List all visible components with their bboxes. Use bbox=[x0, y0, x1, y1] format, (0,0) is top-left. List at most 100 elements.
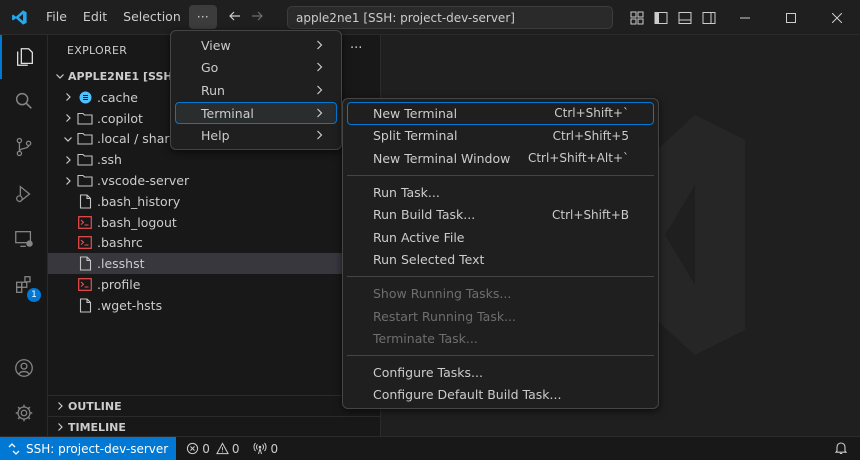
keyboard-shortcut: Ctrl+Shift+` bbox=[554, 106, 629, 121]
remote-icon bbox=[8, 442, 20, 455]
terminal-menu-item: Restart Running Task... bbox=[347, 305, 654, 328]
tree-item-label: .copilot bbox=[97, 110, 143, 126]
terminal-menu-item[interactable]: Configure Default Build Task... bbox=[347, 384, 654, 407]
tree-file-item[interactable]: .wget-hsts bbox=[48, 295, 380, 316]
tree-file-item[interactable]: .bash_logout bbox=[48, 212, 380, 233]
menu-item-terminal[interactable]: Terminal bbox=[175, 101, 337, 125]
menu-more-button[interactable]: ··· bbox=[188, 5, 217, 29]
timeline-section[interactable]: TIMELINE bbox=[48, 416, 380, 436]
terminal-menu-item[interactable]: New Terminal Window Ctrl+Shift+Alt+` bbox=[347, 147, 654, 170]
menu-separator bbox=[347, 174, 654, 176]
extensions-badge: 1 bbox=[27, 288, 41, 302]
terminal-menu-item[interactable]: Run Build Task... Ctrl+Shift+B bbox=[347, 203, 654, 226]
error-count: 0 bbox=[202, 441, 210, 456]
extensions-icon[interactable]: 1 bbox=[0, 263, 48, 307]
remote-indicator[interactable]: SSH: project-dev-server bbox=[0, 437, 177, 460]
chevron-down-icon bbox=[52, 71, 68, 81]
accounts-icon[interactable] bbox=[0, 346, 48, 390]
menu-item-label: Go bbox=[201, 60, 219, 76]
menu-item-label: Configure Tasks... bbox=[373, 364, 483, 380]
toggle-panel-icon[interactable] bbox=[676, 9, 694, 27]
menu-item-label: Run Build Task... bbox=[373, 207, 476, 223]
menu-item-go[interactable]: Go bbox=[175, 57, 337, 80]
maximize-icon[interactable] bbox=[768, 0, 814, 35]
folder-icon bbox=[76, 132, 94, 146]
menu-item-label: Show Running Tasks... bbox=[373, 285, 512, 301]
folder-icon bbox=[76, 174, 94, 187]
menu-separator bbox=[347, 276, 654, 278]
terminal-menu-item[interactable]: New Terminal Ctrl+Shift+` bbox=[347, 102, 654, 125]
ports-indicator[interactable]: 0 bbox=[253, 442, 278, 456]
menu-item-label: Split Terminal bbox=[373, 128, 458, 144]
tree-folder-item[interactable]: .ssh bbox=[48, 149, 380, 170]
terminal-menu-item[interactable]: Run Task... bbox=[347, 181, 654, 204]
outline-section[interactable]: OUTLINE bbox=[48, 395, 380, 416]
toggle-primary-sidebar-icon[interactable] bbox=[652, 9, 670, 27]
window-controls bbox=[722, 0, 860, 35]
remote-explorer-icon[interactable] bbox=[0, 217, 48, 261]
more-menu-dropdown: View Go Run Terminal Help bbox=[170, 30, 342, 150]
run-debug-icon[interactable] bbox=[0, 172, 48, 216]
menu-item-run[interactable]: Run bbox=[175, 79, 337, 102]
tree-file-item[interactable]: .lesshst bbox=[48, 253, 380, 275]
broadcast-icon bbox=[254, 442, 267, 455]
explorer-more-actions-button[interactable]: ··· bbox=[350, 41, 362, 56]
tree-file-item[interactable]: .bash_history bbox=[48, 191, 380, 212]
file-icon bbox=[76, 298, 94, 313]
search-icon[interactable] bbox=[0, 79, 48, 123]
folder-icon bbox=[76, 112, 94, 125]
chevron-right-icon bbox=[60, 176, 76, 186]
folder-icon bbox=[76, 153, 94, 166]
terminal-menu-item: Show Running Tasks... bbox=[347, 282, 654, 305]
toggle-secondary-sidebar-icon[interactable] bbox=[700, 9, 718, 27]
chevron-right-icon bbox=[315, 38, 324, 53]
back-arrow-icon[interactable] bbox=[228, 9, 242, 26]
explorer-icon[interactable] bbox=[0, 35, 48, 79]
terminal-menu-item[interactable]: Configure Tasks... bbox=[347, 361, 654, 384]
tree-item-label: .profile bbox=[97, 277, 141, 293]
terminal-menu-item[interactable]: Run Selected Text bbox=[347, 249, 654, 272]
menu-item-label: Run Selected Text bbox=[373, 252, 485, 268]
menu-item-view[interactable]: View bbox=[175, 34, 337, 57]
menu-item-help[interactable]: Help bbox=[175, 124, 337, 147]
minimize-icon[interactable] bbox=[722, 0, 768, 35]
command-center[interactable]: apple2ne1 [SSH: project-dev-server] bbox=[287, 6, 613, 29]
terminal-menu-item[interactable]: Run Active File bbox=[347, 226, 654, 249]
settings-gear-icon[interactable] bbox=[0, 391, 48, 435]
terminal-menu-item[interactable]: Split Terminal Ctrl+Shift+5 bbox=[347, 125, 654, 148]
warning-icon bbox=[215, 442, 229, 455]
terminal-submenu: New Terminal Ctrl+Shift+` Split Terminal Ct… bbox=[342, 98, 659, 409]
menu-item-label: Run Task... bbox=[373, 184, 440, 200]
chevron-right-icon bbox=[315, 60, 324, 75]
customize-layout-icon[interactable] bbox=[628, 9, 646, 27]
problems-indicator[interactable]: 0 0 bbox=[186, 442, 239, 456]
source-control-icon[interactable] bbox=[0, 125, 48, 169]
forward-arrow-icon[interactable] bbox=[250, 9, 264, 26]
tree-file-item[interactable]: .bashrc bbox=[48, 233, 380, 254]
tree-folder-item[interactable]: .vscode-server bbox=[48, 170, 380, 191]
menu-selection[interactable]: Selection bbox=[115, 5, 189, 29]
bell-icon[interactable] bbox=[834, 441, 848, 458]
outline-label: OUTLINE bbox=[68, 399, 122, 413]
title-bar: File Edit Selection ··· apple2ne1 [SSH: … bbox=[0, 0, 860, 35]
cache-folder-icon bbox=[76, 90, 94, 105]
close-icon[interactable] bbox=[814, 0, 860, 35]
menu-item-label: Run Active File bbox=[373, 229, 465, 245]
tree-item-label: .wget-hsts bbox=[97, 297, 163, 313]
tree-file-item[interactable]: .profile bbox=[48, 274, 380, 295]
layout-controls bbox=[628, 0, 718, 35]
menu-edit[interactable]: Edit bbox=[75, 5, 115, 29]
tree-item-label: .bash_history bbox=[97, 193, 181, 209]
remote-label: SSH: project-dev-server bbox=[26, 441, 169, 456]
keyboard-shortcut: Ctrl+Shift+B bbox=[552, 207, 629, 222]
tree-item-label: .bash_logout bbox=[97, 214, 177, 230]
terminal-menu-item: Terminate Task... bbox=[347, 327, 654, 350]
menu-item-label: View bbox=[201, 37, 231, 53]
chevron-right-icon bbox=[60, 155, 76, 165]
menu-item-label: New Terminal Window bbox=[373, 150, 511, 166]
file-icon bbox=[76, 194, 94, 209]
tree-item-label: .lesshst bbox=[97, 256, 145, 272]
keyboard-shortcut: Ctrl+Shift+5 bbox=[552, 128, 629, 143]
menu-file[interactable]: File bbox=[38, 5, 75, 29]
chevron-right-icon bbox=[315, 128, 324, 143]
